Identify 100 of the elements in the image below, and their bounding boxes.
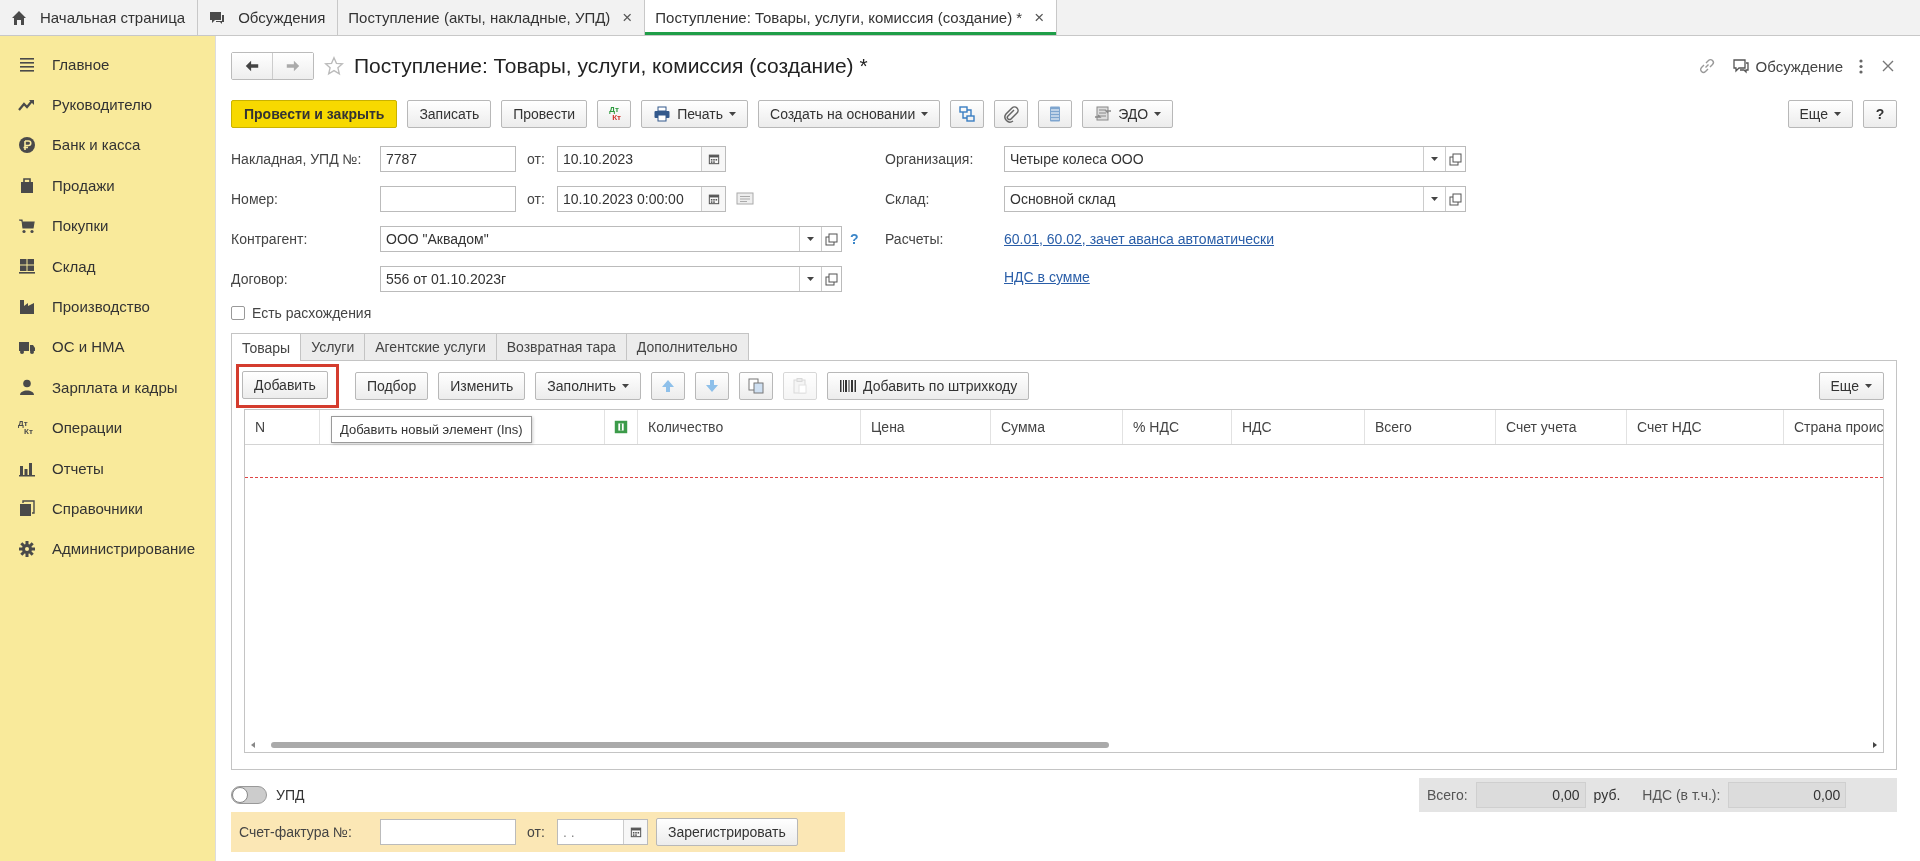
- sidebar-item[interactable]: Зарплата и кадры: [0, 367, 215, 408]
- sidebar-item[interactable]: Отчеты: [0, 447, 215, 489]
- column-header[interactable]: N: [245, 410, 320, 444]
- field-label: Накладная, УПД №:: [231, 151, 363, 167]
- column-header[interactable]: Цена: [861, 410, 991, 444]
- dropdown-button[interactable]: Еще: [1818, 372, 1884, 400]
- discrepancy-checkbox[interactable]: Есть расхождения: [231, 299, 1897, 327]
- link[interactable]: 60.01, 60.02, зачет аванса автоматически: [1004, 231, 1275, 247]
- caret-icon: [921, 112, 929, 116]
- dropdown-button[interactable]: Печать: [641, 100, 748, 128]
- caret-icon: [1154, 112, 1162, 116]
- dropdown-button[interactable]: Создать на основании: [758, 100, 941, 128]
- input-field[interactable]: [380, 819, 516, 845]
- section-tab[interactable]: Дополнительно: [625, 333, 749, 360]
- link[interactable]: НДС в сумме: [1004, 269, 1090, 285]
- column-header[interactable]: Страна проис: [1784, 410, 1883, 444]
- open-window-icon: [1449, 152, 1462, 166]
- date-field[interactable]: . .: [557, 819, 648, 845]
- window-tab[interactable]: Обсуждения: [198, 0, 339, 35]
- field-label: Расчеты:: [885, 231, 945, 247]
- post-and-close-button[interactable]: Провести и закрыть: [231, 100, 398, 128]
- dt-kt-button[interactable]: Дт Кт: [597, 100, 632, 128]
- up-button[interactable]: [651, 372, 686, 400]
- caret-icon: [807, 277, 814, 281]
- register-button[interactable]: Зарегистрировать: [656, 818, 798, 846]
- close-tab-glyph[interactable]: ×: [1034, 7, 1045, 28]
- calendar-icon: [628, 825, 643, 839]
- close-tab-glyph[interactable]: ×: [622, 7, 633, 28]
- sidebar-item[interactable]: Главное: [0, 44, 215, 85]
- barcode-add-button[interactable]: Добавить по штрихкоду: [827, 372, 1030, 400]
- list-button[interactable]: [1038, 100, 1073, 128]
- sidebar-item[interactable]: Производство: [0, 286, 215, 327]
- calendar-icon: [706, 192, 721, 206]
- bag-icon: [18, 176, 36, 195]
- coin-icon: [18, 135, 36, 154]
- dropdown-button[interactable]: Заполнить: [535, 372, 642, 400]
- section-tab[interactable]: Товары: [231, 333, 302, 361]
- open-window-icon: [1449, 192, 1462, 206]
- toggle-switch[interactable]: [231, 786, 267, 804]
- caret-icon: [807, 237, 814, 241]
- sidebar-item[interactable]: Администрирование: [0, 528, 215, 570]
- column-header[interactable]: Всего: [1365, 410, 1496, 444]
- column-header[interactable]: НДС: [1232, 410, 1365, 444]
- date-label: от:: [527, 824, 546, 840]
- chat-icon: [1731, 57, 1750, 75]
- paperclip-button[interactable]: [994, 100, 1029, 128]
- dropdown-button[interactable]: Еще: [1787, 100, 1853, 128]
- structure-button[interactable]: [950, 100, 985, 128]
- sidebar-item[interactable]: Дт Кт Операции: [0, 407, 215, 448]
- select-field[interactable]: Четыре колеса ООО: [1004, 146, 1466, 172]
- toolbar-button[interactable]: Изменить: [438, 372, 526, 400]
- back-button[interactable]: [232, 53, 272, 79]
- sidebar-item[interactable]: Продажи: [0, 165, 215, 206]
- column-header[interactable]: Счет НДС: [1627, 410, 1784, 444]
- paperclip-icon: [1002, 105, 1021, 123]
- caret-icon: [1431, 197, 1438, 201]
- sidebar-item[interactable]: Справочники: [0, 488, 215, 529]
- input-field[interactable]: 7787: [380, 146, 516, 172]
- field-label: Договор:: [231, 271, 289, 287]
- select-field[interactable]: Основной склад: [1004, 186, 1466, 212]
- window-tab[interactable]: Начальная страница: [0, 0, 199, 35]
- column-header[interactable]: Количество: [638, 410, 861, 444]
- window-title: Поступление: Товары, услуги, комиссия (создание) *: [354, 54, 869, 78]
- discussion-button[interactable]: Обсуждение: [1731, 57, 1843, 75]
- factory-icon: [18, 297, 36, 316]
- link-icon: [1697, 57, 1716, 75]
- date-field[interactable]: 10.10.2023 0:00:00: [557, 186, 726, 212]
- date-field[interactable]: 10.10.2023: [557, 146, 726, 172]
- sidebar-item[interactable]: ОС и НМА: [0, 326, 215, 368]
- forward-arrow-icon: [285, 58, 301, 74]
- tooltip: Добавить новый элемент (Ins): [331, 416, 532, 443]
- field-label: Склад:: [885, 191, 931, 207]
- column-header[interactable]: Счет учета: [1496, 410, 1627, 444]
- section-tab[interactable]: Услуги: [300, 333, 366, 360]
- sidebar-item[interactable]: Банк и касса: [0, 124, 215, 166]
- sidebar-item[interactable]: Покупки: [0, 205, 215, 246]
- copy-button[interactable]: [739, 372, 774, 400]
- select-field[interactable]: ООО "Аквадом": [380, 226, 842, 252]
- barcode-icon: [839, 377, 858, 395]
- help-button[interactable]: ?: [1863, 100, 1897, 128]
- column-header[interactable]: % НДС: [1123, 410, 1232, 444]
- window-tab[interactable]: Поступление: Товары, услуги, комиссия (создание) * ×: [645, 0, 1058, 35]
- sidebar-item[interactable]: Руководителю: [0, 84, 215, 125]
- dropdown-button[interactable]: ЭДО: [1082, 100, 1174, 128]
- toolbar-button[interactable]: Добавить: [242, 371, 328, 399]
- help-link[interactable]: ?: [850, 231, 859, 247]
- select-field[interactable]: 556 от 01.10.2023г: [380, 266, 842, 292]
- column-header[interactable]: Сумма: [991, 410, 1123, 444]
- toolbar-button[interactable]: Провести: [501, 100, 588, 128]
- structure-icon: [958, 105, 977, 123]
- section-tab[interactable]: Агентские услуги: [364, 333, 497, 360]
- total-value: 0,00: [1475, 782, 1586, 808]
- sidebar-item[interactable]: Склад: [0, 245, 215, 287]
- toolbar-button[interactable]: Подбор: [354, 372, 429, 400]
- input-field[interactable]: [380, 186, 516, 212]
- down-button[interactable]: [695, 372, 730, 400]
- section-tab[interactable]: Возвратная тара: [495, 333, 627, 360]
- documents-icon: [1094, 105, 1113, 123]
- toolbar-button[interactable]: Записать: [407, 100, 492, 128]
- scrollbar-thumb[interactable]: [271, 742, 1109, 748]
